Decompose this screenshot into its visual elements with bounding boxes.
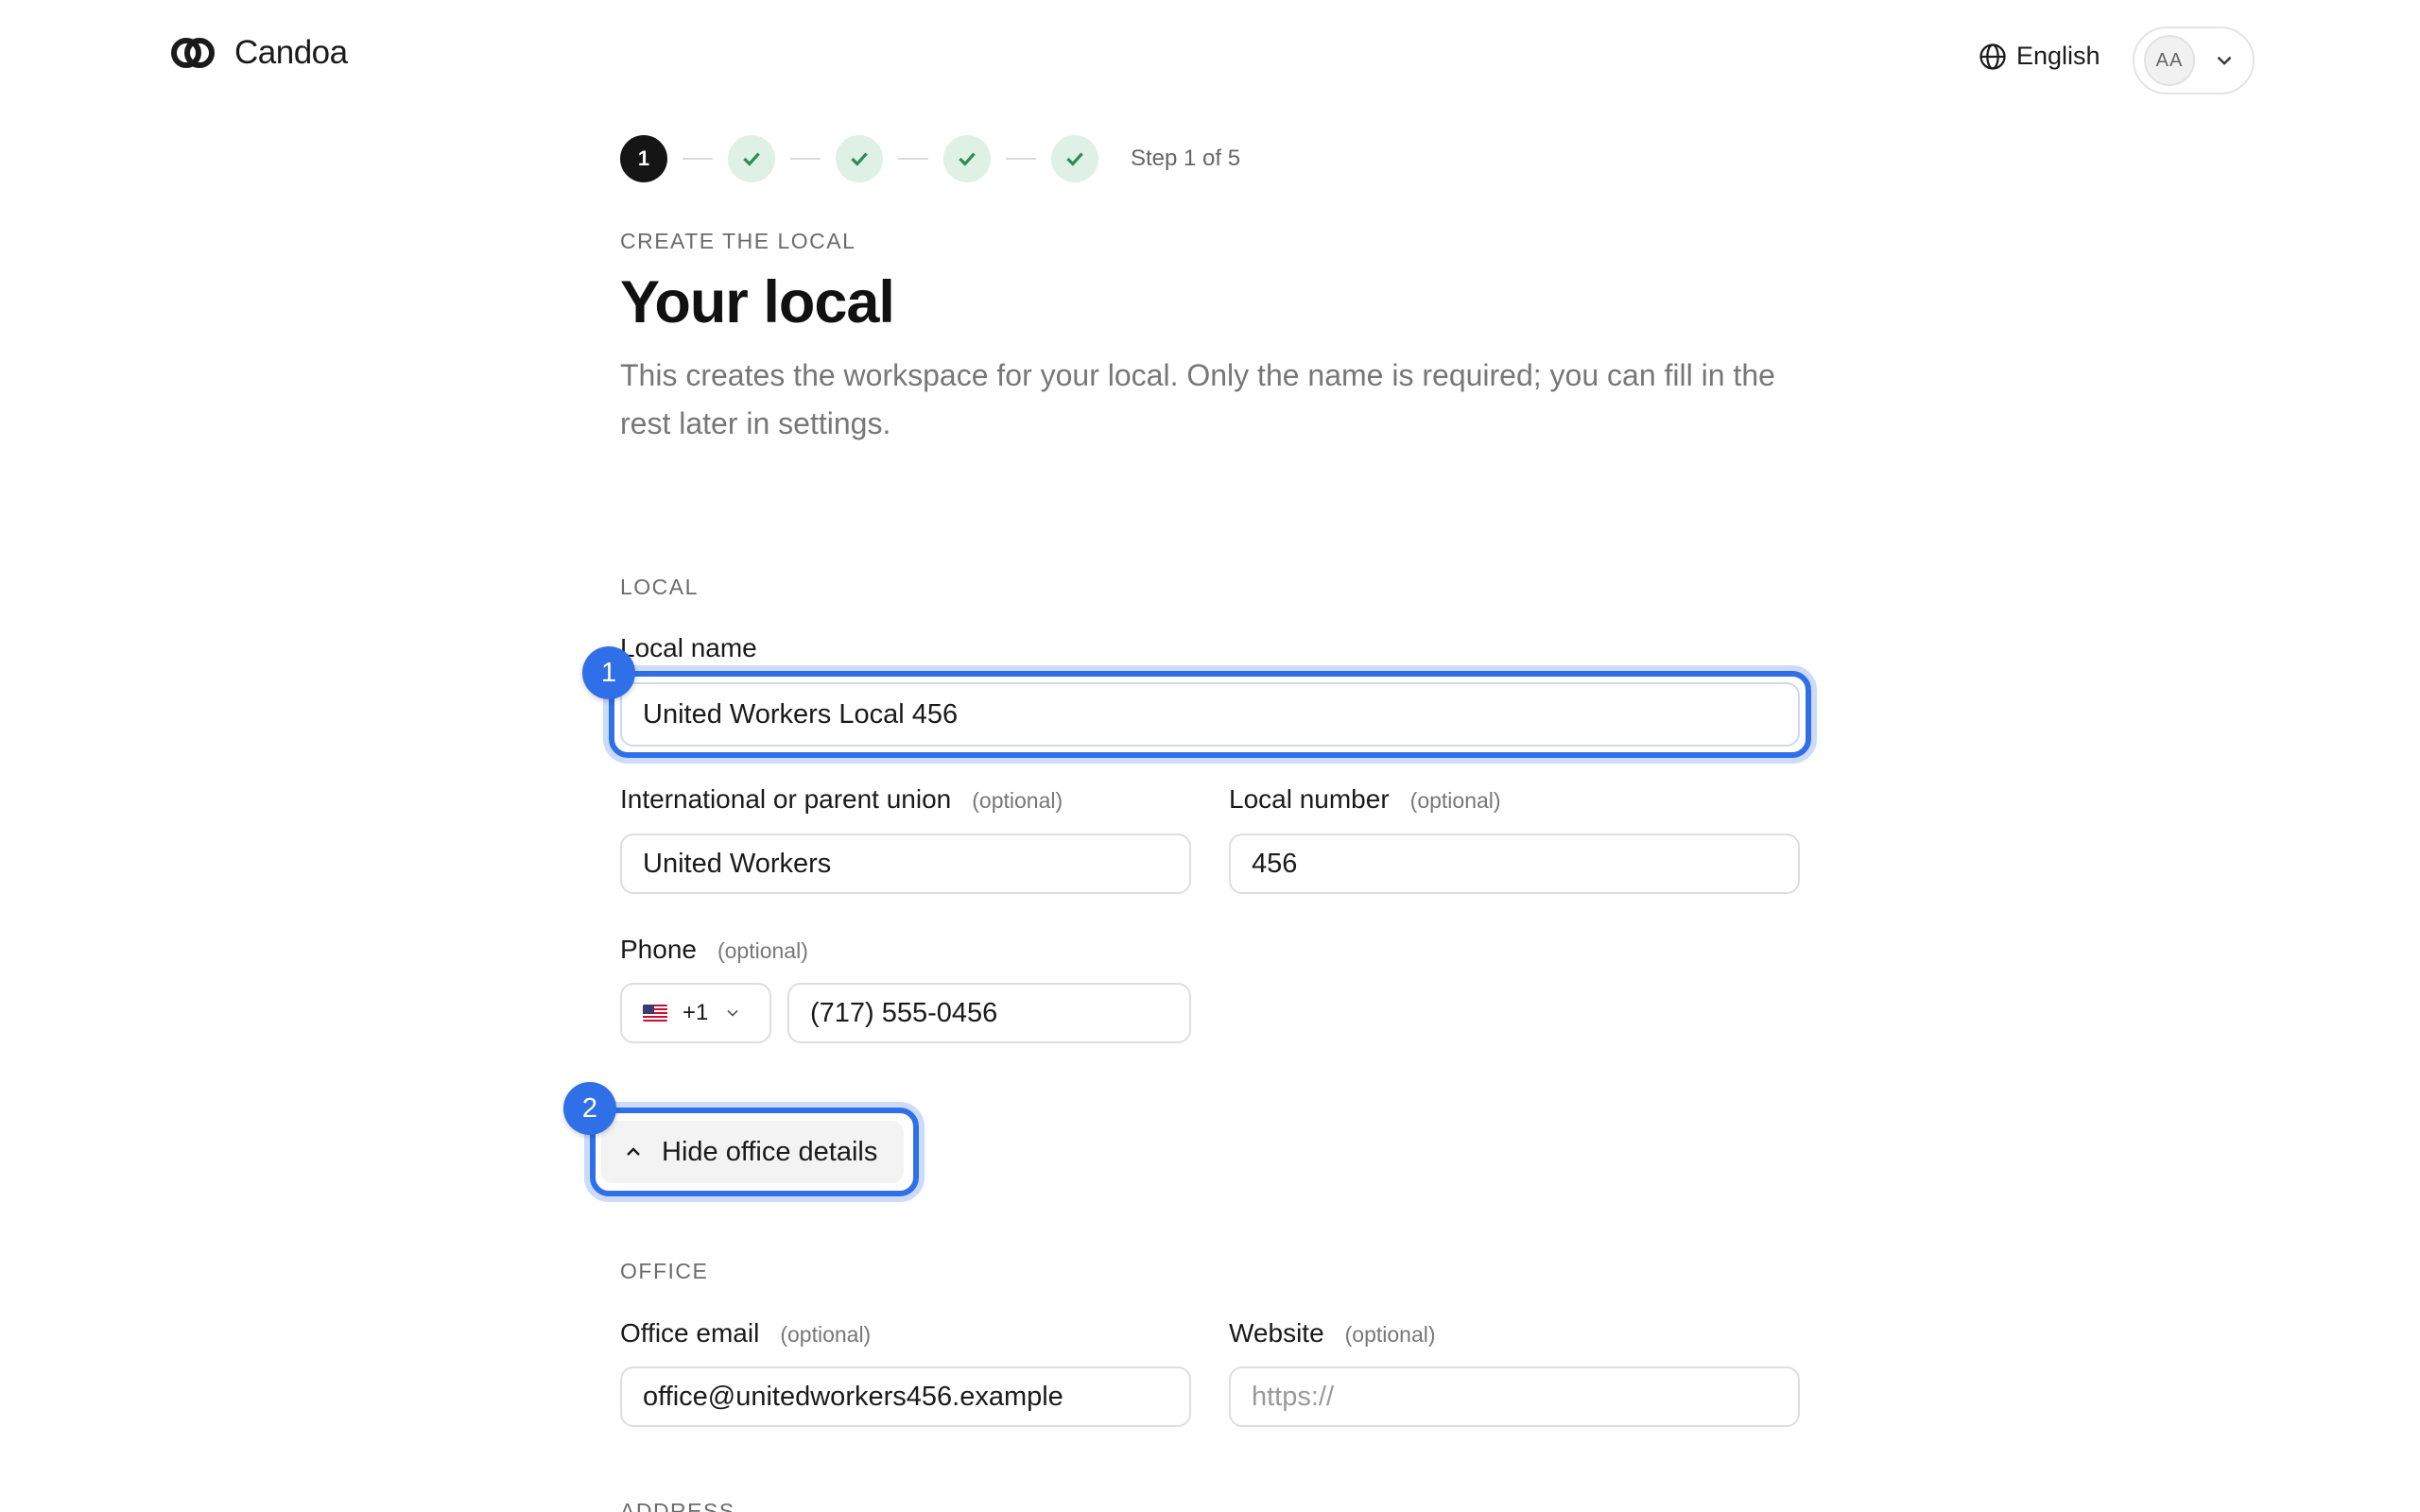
section-office-heading: OFFICE [620, 1259, 709, 1283]
step-connector [683, 158, 713, 160]
progress-stepper: 1 Step 1 of 5 [620, 135, 1240, 182]
step-connector [898, 158, 928, 160]
optional-hint: (optional) [1344, 1322, 1436, 1347]
check-icon [743, 152, 760, 166]
local-name-input[interactable]: United Workers Local 456 [620, 682, 1800, 747]
local-name-label-text: Local name [620, 633, 757, 662]
chevron-up-icon [627, 1147, 640, 1156]
hide-office-details-label: Hide office details [662, 1136, 878, 1167]
section-local-heading: LOCAL [620, 575, 699, 599]
user-menu[interactable]: AA [2133, 26, 2255, 94]
step-1-current: 1 [620, 135, 667, 182]
website-input[interactable]: https:// [1229, 1366, 1800, 1427]
brand-logo[interactable]: Candoa [170, 34, 348, 72]
website-label-text: Website [1229, 1318, 1324, 1348]
us-flag-icon [643, 1005, 667, 1022]
hide-office-details-button[interactable]: Hide office details [601, 1121, 904, 1183]
step-4-done [943, 135, 991, 182]
globe-icon [1979, 43, 2006, 70]
step-3-done [836, 135, 883, 182]
section-address-heading: ADDRESS [620, 1499, 735, 1512]
optional-hint: (optional) [1409, 788, 1501, 813]
avatar: AA [2144, 35, 2195, 86]
step-counter: Step 1 of 5 [1131, 146, 1241, 171]
candoa-logo-icon [171, 38, 215, 68]
annotation-badge-1: 1 [582, 646, 635, 699]
annotation-badge-2: 2 [563, 1082, 616, 1135]
language-selector[interactable]: English [1979, 42, 2100, 71]
check-icon [959, 152, 976, 166]
office-email-label: Office email (optional) [620, 1318, 871, 1349]
step-2-done [728, 135, 775, 182]
phone-label: Phone (optional) [620, 935, 808, 965]
chevron-down-icon [727, 1009, 738, 1017]
local-number-label-text: Local number [1229, 784, 1390, 814]
chevron-down-icon [2217, 56, 2232, 65]
website-label: Website (optional) [1229, 1318, 1436, 1349]
phone-country-select[interactable]: +1 [620, 983, 771, 1043]
local-number-input[interactable]: 456 [1229, 833, 1800, 894]
brand-name: Candoa [234, 34, 348, 71]
parent-union-label: International or parent union (optional) [620, 784, 1063, 815]
page-intro: This creates the workspace for your loca… [620, 358, 1775, 440]
language-label: English [2016, 42, 2100, 70]
country-code: +1 [683, 1000, 709, 1025]
optional-hint: (optional) [780, 1322, 872, 1347]
parent-union-input[interactable]: United Workers [620, 833, 1191, 894]
optional-hint: (optional) [717, 938, 808, 963]
optional-hint: (optional) [972, 788, 1063, 813]
page-title: Your local [620, 269, 895, 335]
step-connector [790, 158, 821, 160]
step-5-done [1051, 135, 1098, 182]
office-email-input[interactable]: office@unitedworkers456.example [620, 1366, 1191, 1427]
phone-input[interactable]: (717) 555-0456 [787, 983, 1191, 1043]
check-icon [851, 152, 868, 166]
page-eyebrow: CREATE THE LOCAL [620, 229, 856, 253]
parent-union-label-text: International or parent union [620, 784, 952, 814]
local-name-label: Local name [620, 633, 757, 663]
local-number-label: Local number (optional) [1229, 784, 1501, 815]
phone-label-text: Phone [620, 935, 697, 964]
office-email-label-text: Office email [620, 1318, 760, 1348]
check-icon [1066, 152, 1083, 166]
step-connector [1006, 158, 1036, 160]
